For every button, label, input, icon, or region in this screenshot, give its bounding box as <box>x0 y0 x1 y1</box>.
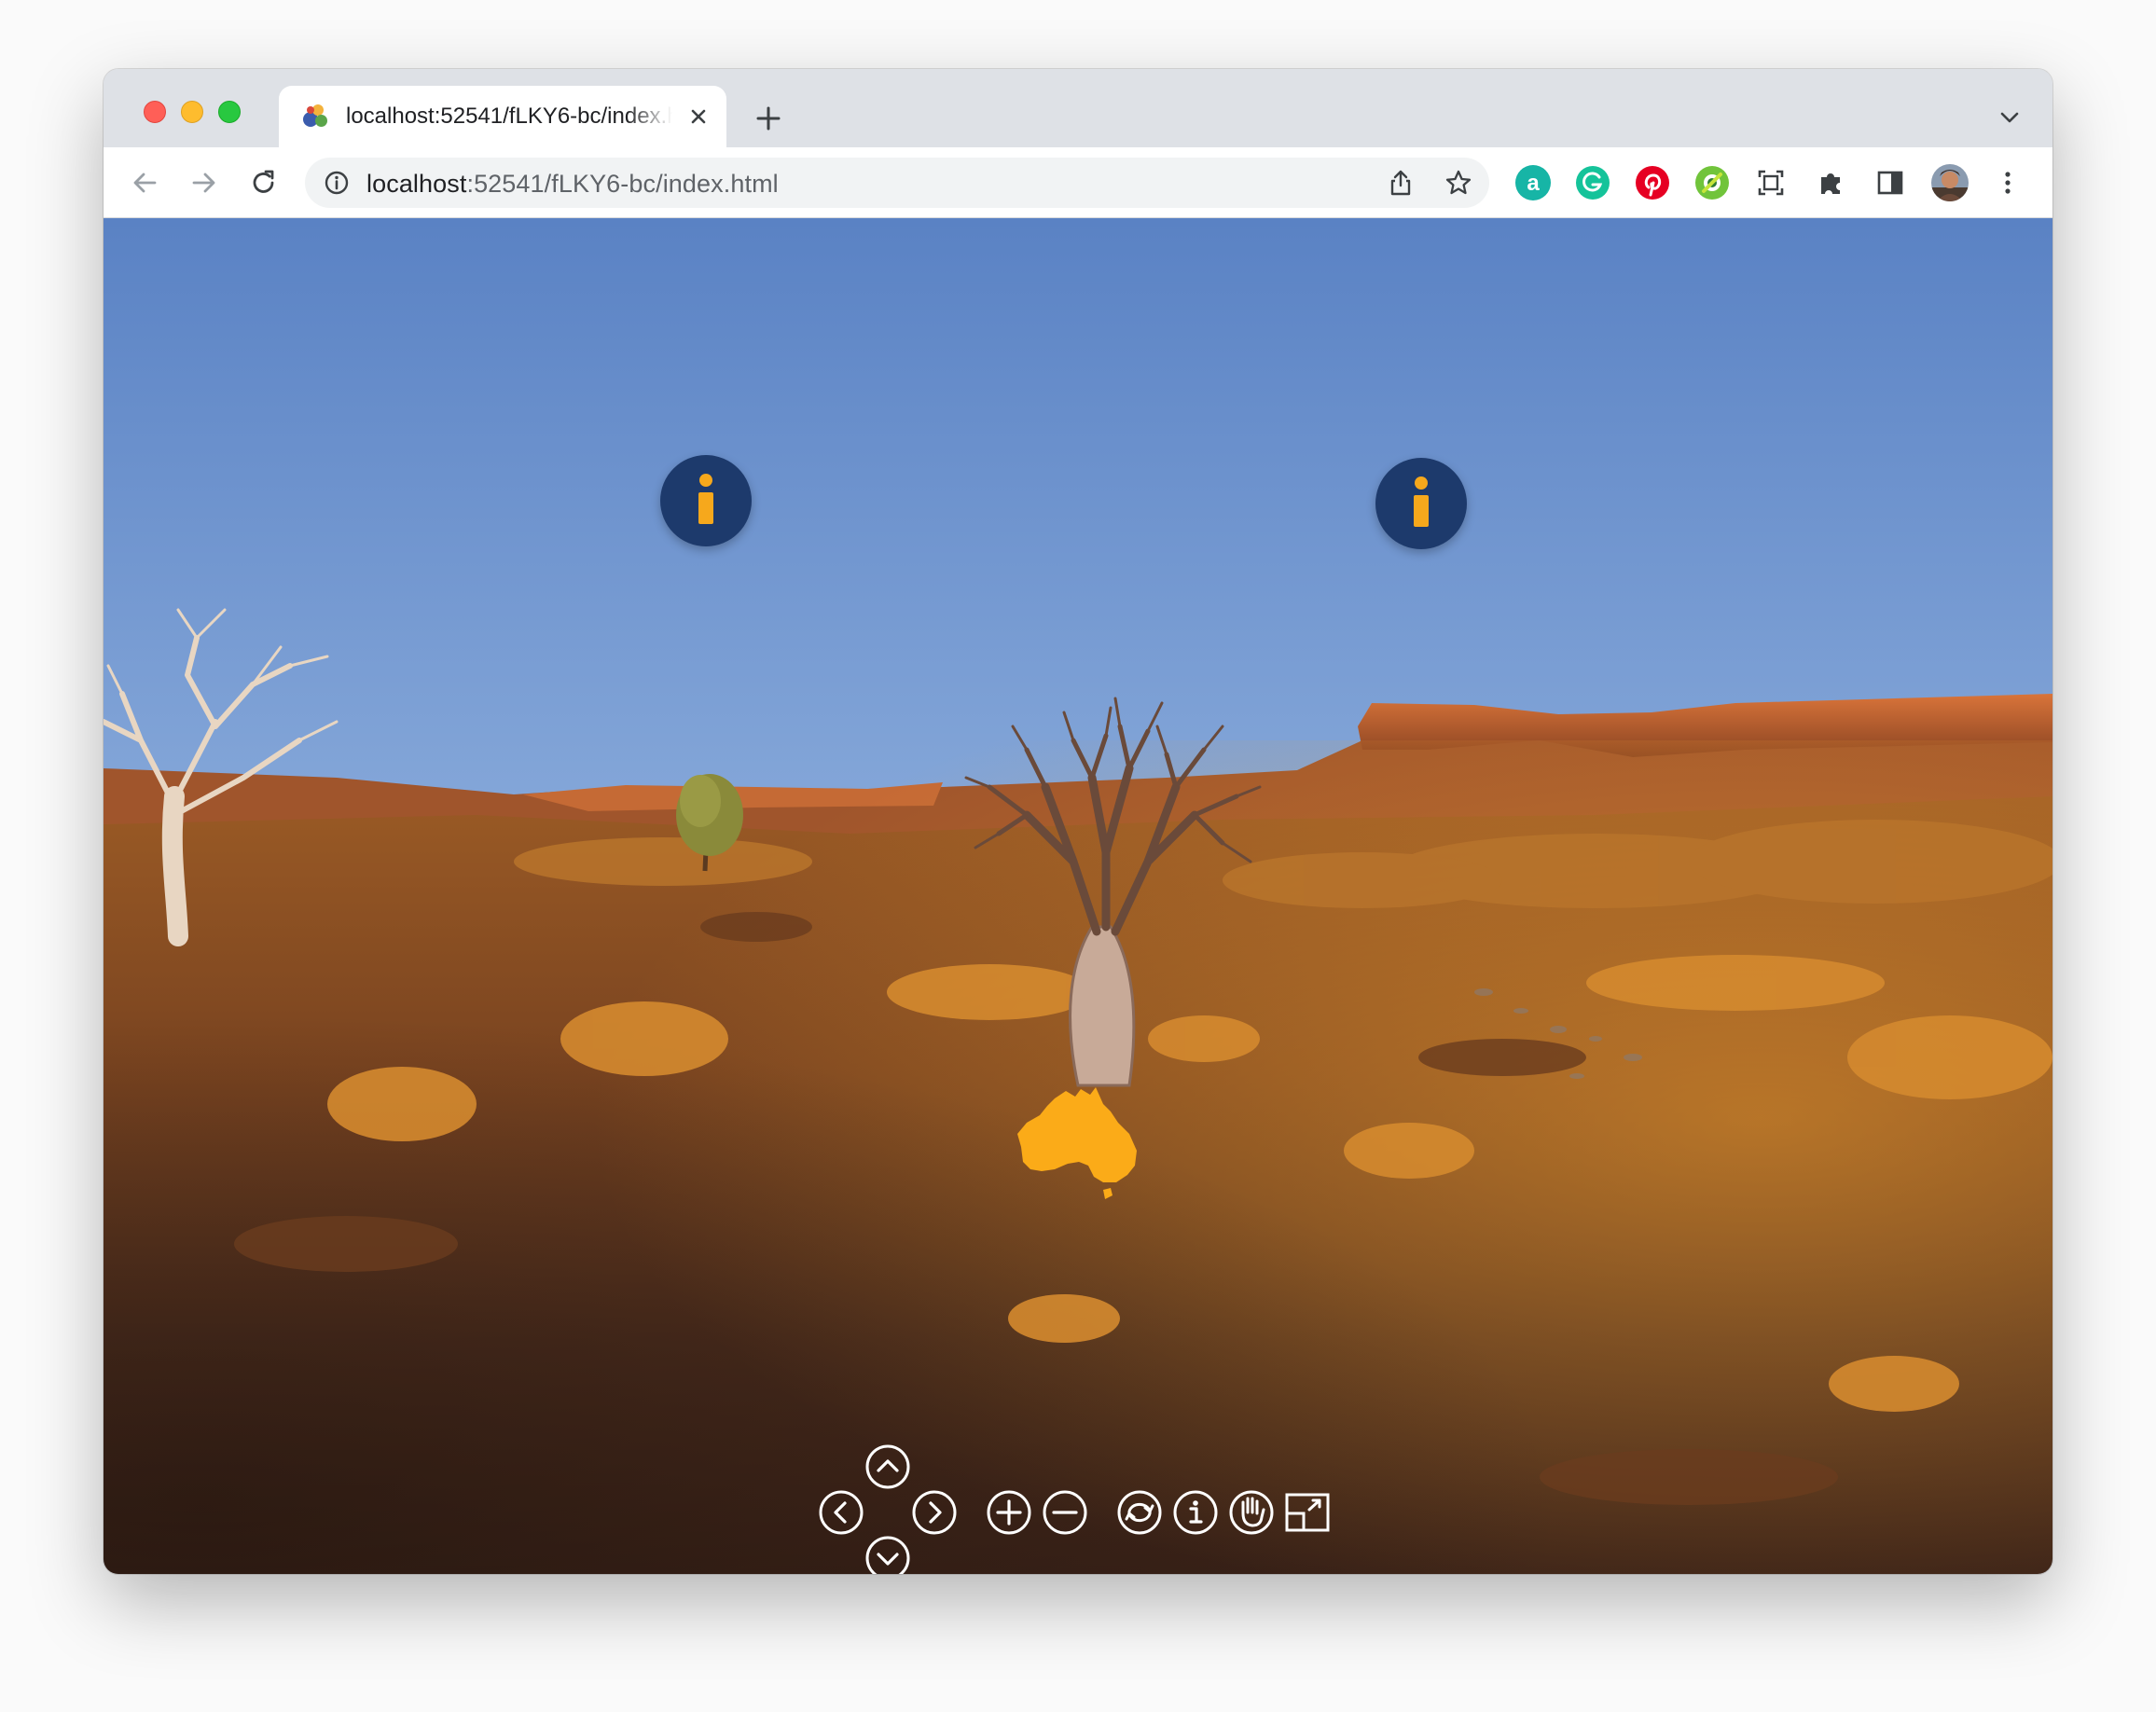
zoom-out-icon[interactable] <box>1042 1489 1088 1536</box>
back-icon[interactable] <box>128 166 161 200</box>
url-text[interactable]: localhost:52541/fLKY6-bc/index.html <box>366 170 779 199</box>
extensions-puzzle-icon[interactable] <box>1814 166 1847 200</box>
minimize-window-button[interactable] <box>181 101 203 123</box>
browser-window: localhost:52541/fLKY6-bc/index.html <box>104 69 2052 1574</box>
pano2vr-favicon-icon <box>301 103 329 131</box>
bookmark-star-icon[interactable] <box>1444 169 1472 197</box>
info-icon <box>698 474 713 524</box>
auto-rotate-icon[interactable] <box>1116 1489 1163 1536</box>
pan-right-icon[interactable] <box>911 1489 958 1536</box>
forward-icon[interactable] <box>187 166 221 200</box>
pan-left-icon[interactable] <box>818 1489 864 1536</box>
panorama-scene[interactable] <box>104 218 2052 1574</box>
tab-close-icon[interactable] <box>685 104 712 130</box>
reload-icon[interactable] <box>247 166 281 200</box>
url-host: localhost <box>366 170 467 198</box>
site-info-icon[interactable] <box>324 170 350 196</box>
grammarly-extension-icon[interactable] <box>1575 165 1610 200</box>
zoom-window-button[interactable] <box>218 101 241 123</box>
profile-avatar[interactable] <box>1930 163 1969 202</box>
screenshot-icon[interactable] <box>1754 166 1788 200</box>
australia-map-icon[interactable] <box>1014 1085 1144 1201</box>
pinterest-extension-icon[interactable] <box>1635 165 1670 200</box>
tab-title: localhost:52541/fLKY6-bc/index.html <box>346 104 672 129</box>
url-path: :52541/fLKY6-bc/index.html <box>466 170 779 198</box>
close-window-button[interactable] <box>144 101 166 123</box>
tab-strip: localhost:52541/fLKY6-bc/index.html <box>104 69 2052 147</box>
info-icon[interactable] <box>1172 1489 1219 1536</box>
menu-kebab-icon[interactable] <box>1991 166 2025 200</box>
tab-search-chevron-icon[interactable] <box>1997 106 2023 129</box>
active-tab[interactable]: localhost:52541/fLKY6-bc/index.html <box>279 86 726 147</box>
zoom-in-icon[interactable] <box>986 1489 1032 1536</box>
drag-mode-icon[interactable] <box>1228 1489 1275 1536</box>
info-icon <box>1414 476 1429 527</box>
panorama-viewer[interactable] <box>104 218 2052 1574</box>
browser-toolbar: localhost:52541/fLKY6-bc/index.html a <box>104 147 2052 218</box>
address-bar[interactable]: localhost:52541/fLKY6-bc/index.html <box>305 158 1489 208</box>
svg-text:a: a <box>1527 171 1540 196</box>
info-hotspot-right[interactable] <box>1375 458 1467 549</box>
share-icon[interactable] <box>1387 169 1415 197</box>
amazon-assistant-extension-icon[interactable]: a <box>1515 165 1551 200</box>
info-hotspot-left[interactable] <box>660 455 752 546</box>
fullscreen-icon[interactable] <box>1284 1489 1331 1536</box>
pan-down-icon[interactable] <box>864 1535 911 1574</box>
pan-up-icon[interactable] <box>864 1443 911 1490</box>
side-panel-icon[interactable] <box>1873 166 1907 200</box>
new-tab-icon[interactable] <box>753 103 784 134</box>
green-extension-icon[interactable] <box>1694 165 1730 200</box>
